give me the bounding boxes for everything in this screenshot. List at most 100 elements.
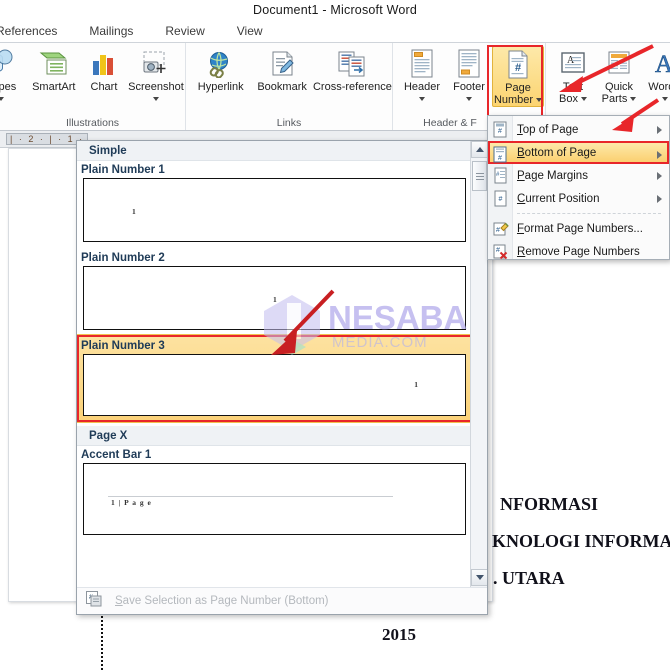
svg-text:#: # bbox=[499, 196, 503, 203]
document-line-3: . UTARA bbox=[493, 568, 565, 588]
submenu-arrow-icon bbox=[657, 151, 662, 159]
menu-item-format-page-numbers[interactable]: # Format Page Numbers... bbox=[488, 217, 669, 240]
gallery-item-plain-number-1[interactable]: Plain Number 1 1 bbox=[77, 161, 472, 242]
document-line-4: 2015 bbox=[382, 625, 416, 644]
menu-item-top-of-page[interactable]: # Top of Page bbox=[488, 118, 669, 141]
chart-icon bbox=[89, 48, 119, 80]
page-number-gallery[interactable]: Simple Plain Number 1 1 Plain Number 2 1… bbox=[76, 140, 488, 615]
chevron-down-icon[interactable] bbox=[580, 96, 587, 101]
smartart-label: SmartArt bbox=[32, 81, 76, 93]
format-page-numbers-icon: # bbox=[492, 220, 509, 237]
gallery-item-title: Accent Bar 1 bbox=[81, 449, 152, 461]
menu-item-current-position[interactable]: # Current Position bbox=[488, 187, 669, 210]
quick-parts-label-line2: Parts bbox=[601, 92, 628, 105]
gallery-item-plain-number-3[interactable]: Plain Number 3 1 bbox=[77, 334, 473, 423]
tab-references[interactable]: References bbox=[0, 20, 73, 42]
gallery-item-title: Plain Number 1 bbox=[81, 164, 165, 176]
footer-icon bbox=[456, 48, 482, 80]
bookmark-label: Bookmark bbox=[257, 81, 307, 93]
submenu-arrow-icon bbox=[657, 126, 662, 134]
tab-review[interactable]: Review bbox=[149, 20, 220, 42]
smartart-icon bbox=[39, 48, 69, 80]
screenshot-label: Screenshot bbox=[128, 81, 184, 93]
wordart-button[interactable]: A WordA bbox=[642, 46, 670, 101]
page-number-icon: # bbox=[505, 49, 531, 81]
scrollbar-thumb[interactable] bbox=[472, 161, 487, 191]
ribbon-group-label-illustrations: Illustrations bbox=[65, 117, 120, 129]
triangle-up-icon bbox=[475, 147, 484, 152]
header-icon bbox=[409, 48, 435, 80]
save-selection-bar[interactable]: # Save Selection as Page Number (Bottom) bbox=[77, 587, 487, 614]
window-title: Document1 - Microsoft Word bbox=[252, 3, 418, 17]
menu-item-accel: F bbox=[517, 222, 525, 235]
gallery-scrollbar[interactable] bbox=[470, 141, 487, 614]
screenshot-button[interactable]: Screenshot bbox=[127, 46, 185, 101]
gallery-category-simple: Simple bbox=[77, 141, 487, 161]
document-line-1: NFORMASI bbox=[500, 494, 598, 514]
svg-text:A: A bbox=[655, 51, 670, 78]
footer-button[interactable]: Footer bbox=[446, 46, 492, 101]
header-label: Header bbox=[403, 81, 441, 93]
shapes-button[interactable]: hapes bbox=[0, 46, 27, 101]
scroll-down-button[interactable] bbox=[471, 569, 487, 586]
menu-item-label: ormat Page Numbers... bbox=[524, 222, 643, 235]
smartart-button[interactable]: SmartArt bbox=[27, 46, 81, 94]
tab-mailings[interactable]: Mailings bbox=[73, 20, 149, 42]
ribbon-group-label-links: Links bbox=[276, 117, 302, 129]
page-number-bottom-icon: # bbox=[492, 146, 509, 163]
submenu-arrow-icon bbox=[657, 172, 662, 180]
wordart-icon: A bbox=[651, 48, 670, 80]
text-box-icon: A bbox=[559, 48, 587, 80]
title-bar: Document1 - Microsoft Word bbox=[0, 0, 670, 20]
bookmark-icon bbox=[267, 48, 297, 80]
chevron-down-icon[interactable] bbox=[630, 96, 637, 101]
tab-view[interactable]: View bbox=[221, 20, 279, 42]
menu-item-bottom-of-page[interactable]: # Bottom of Page bbox=[488, 141, 669, 164]
document-line-2: KNOLOGI INFORMAS bbox=[492, 531, 670, 551]
menu-separator bbox=[517, 213, 661, 214]
chart-button[interactable]: Chart bbox=[81, 46, 127, 94]
menu-item-label: age Margins bbox=[524, 169, 588, 182]
chevron-down-icon[interactable] bbox=[419, 96, 425, 101]
remove-page-numbers-icon: # bbox=[492, 243, 509, 260]
chevron-down-icon[interactable] bbox=[536, 97, 543, 102]
bookmark-button[interactable]: Bookmark bbox=[251, 46, 312, 94]
cross-reference-icon bbox=[336, 48, 368, 80]
chevron-down-icon[interactable] bbox=[152, 96, 159, 101]
gallery-item-preview: 1 | P a g e bbox=[83, 463, 466, 535]
gallery-item-plain-number-2[interactable]: Plain Number 2 1 bbox=[77, 249, 472, 330]
cross-reference-button[interactable]: Cross-reference bbox=[313, 46, 392, 94]
hyperlink-label: Hyperlink bbox=[197, 81, 244, 93]
chevron-down-icon[interactable] bbox=[466, 96, 472, 101]
gallery-item-sample: 1 bbox=[132, 207, 136, 216]
quick-parts-button[interactable]: Quick Parts bbox=[596, 46, 642, 105]
gallery-item-preview: 1 bbox=[83, 266, 466, 330]
page-number-dropdown-menu[interactable]: # Top of Page # Bottom of Page # Page Ma… bbox=[487, 115, 670, 260]
text-box-label-line1: Text bbox=[562, 81, 584, 93]
quick-parts-label-line1: Quick bbox=[604, 81, 634, 93]
text-box-button[interactable]: A Text Box bbox=[550, 46, 596, 105]
menu-item-page-margins[interactable]: # Page Margins bbox=[488, 164, 669, 187]
gallery-item-accent-bar-1[interactable]: Accent Bar 1 1 | P a g e bbox=[77, 446, 472, 535]
gallery-item-sample: 1 bbox=[273, 295, 277, 304]
menu-item-label: urrent Position bbox=[525, 192, 600, 205]
menu-item-remove-page-numbers[interactable]: # Remove Page Numbers bbox=[488, 240, 669, 263]
gallery-item-sample: 1 bbox=[414, 380, 418, 389]
page-number-label-line2: Number bbox=[493, 93, 534, 106]
gallery-item-title: Plain Number 2 bbox=[81, 252, 165, 264]
menu-item-label: op of Page bbox=[522, 123, 579, 136]
menu-item-label: emove Page Numbers bbox=[525, 245, 640, 258]
svg-text:#: # bbox=[498, 128, 502, 135]
header-button[interactable]: Header bbox=[398, 46, 446, 101]
cross-reference-label: Cross-reference bbox=[312, 81, 392, 93]
shapes-icon bbox=[0, 48, 16, 80]
save-selection-accel: S bbox=[115, 595, 123, 607]
scroll-up-button[interactable] bbox=[471, 141, 487, 158]
submenu-arrow-icon bbox=[657, 195, 662, 203]
hyperlink-button[interactable]: Hyperlink bbox=[190, 46, 251, 94]
chevron-down-icon[interactable] bbox=[0, 96, 5, 101]
chevron-down-icon[interactable] bbox=[662, 96, 668, 101]
menu-item-label: ottom of Page bbox=[524, 146, 597, 159]
wordart-label: WordA bbox=[648, 81, 670, 93]
page-number-button[interactable]: # Page Number bbox=[492, 46, 544, 107]
